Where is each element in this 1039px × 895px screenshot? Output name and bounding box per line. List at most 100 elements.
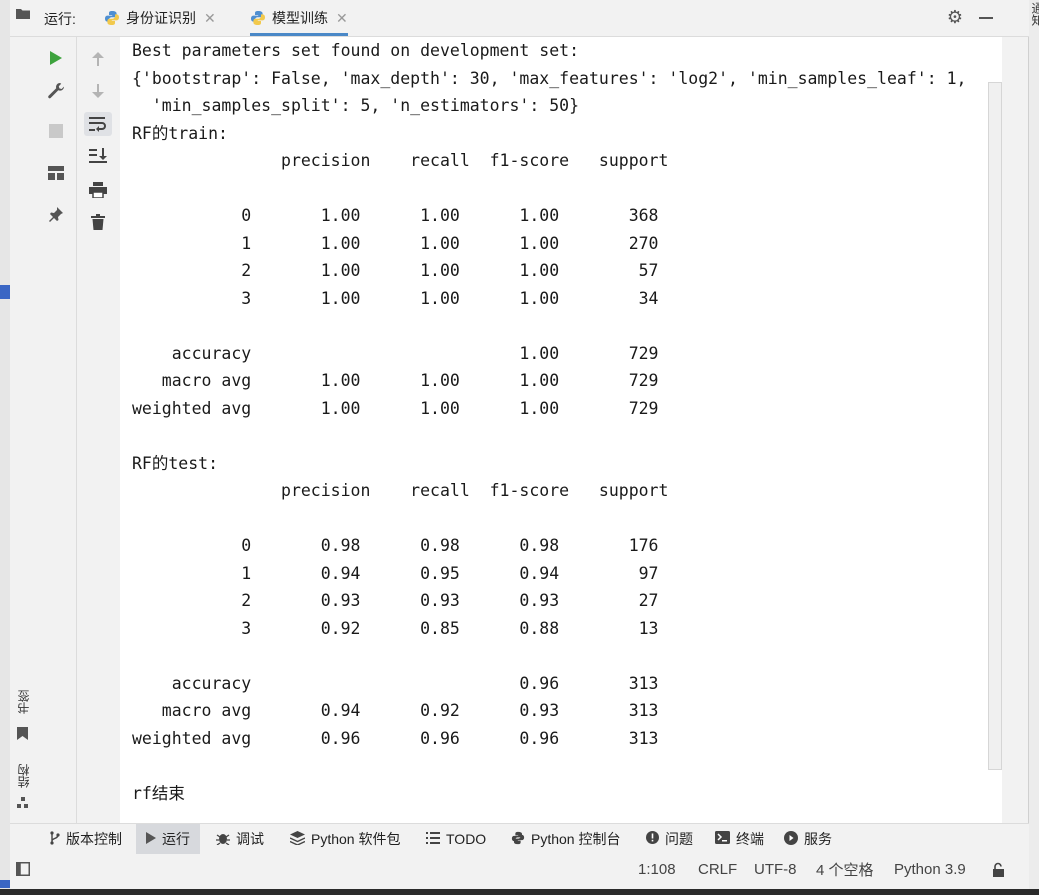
arrow-down-icon: [92, 84, 104, 98]
scroll-to-end-button[interactable]: [77, 144, 119, 168]
tool-todo[interactable]: TODO: [426, 824, 486, 854]
notifications-strip[interactable]: 通知: [1028, 0, 1039, 895]
status-bar: 1:108 CRLF UTF-8 4 个空格 Python 3.9: [10, 854, 1029, 889]
line-separator[interactable]: CRLF: [698, 854, 737, 884]
tab-model-training[interactable]: 模型训练 ✕: [250, 0, 348, 36]
print-button[interactable]: [77, 178, 119, 202]
bug-icon: [216, 831, 230, 848]
console-line: weighted avg 1.00 1.00 1.00 729: [132, 398, 659, 418]
minimize-icon[interactable]: [979, 17, 993, 19]
tool-run[interactable]: 运行: [136, 824, 200, 854]
console-line: RF的train:: [132, 123, 228, 143]
close-icon[interactable]: ✕: [336, 10, 348, 27]
structure-icon[interactable]: [17, 797, 29, 809]
stop-icon: [49, 124, 63, 138]
left-tool-strip: 书签 结构: [10, 37, 37, 823]
toggle-tool-windows-icon[interactable]: [16, 854, 30, 884]
previous-occurrence-button[interactable]: [77, 47, 119, 71]
tool-python-console[interactable]: Python 控制台: [511, 824, 620, 854]
active-tab-indicator: [250, 33, 348, 36]
terminal-icon: [715, 831, 730, 847]
print-icon: [89, 182, 107, 198]
lock-icon[interactable]: [992, 854, 1006, 884]
console-line: precision recall f1-score support: [132, 481, 669, 500]
tool-terminal[interactable]: 终端: [715, 824, 764, 854]
console-line: accuracy 0.96 313: [132, 673, 659, 693]
gear-icon[interactable]: ⚙: [947, 7, 963, 28]
tool-label: 服务: [804, 831, 832, 847]
tool-label: 终端: [736, 831, 764, 847]
console-scrollbar-thumb[interactable]: [988, 82, 1002, 770]
console-line: 2 0.93 0.93 0.93 27: [132, 591, 659, 610]
tab-label: 身份证识别: [126, 10, 196, 26]
tool-debug[interactable]: 调试: [216, 824, 264, 854]
play-icon: [50, 51, 62, 65]
services-icon: [784, 830, 798, 848]
console-line: 3 0.92 0.85 0.88 13: [132, 618, 659, 638]
stop-button[interactable]: [36, 119, 76, 143]
scroll-to-end-icon: [89, 148, 107, 163]
layout-icon: [48, 166, 64, 180]
console-line: 0 0.98 0.98 0.98 176: [132, 536, 659, 555]
branch-icon: [50, 830, 60, 848]
tool-services[interactable]: 服务: [784, 824, 832, 854]
python-icon: [511, 831, 525, 848]
soft-wrap-button[interactable]: [84, 112, 112, 136]
next-occurrence-button[interactable]: [77, 79, 119, 103]
arrow-up-icon: [92, 52, 104, 66]
console-line: 1 1.00 1.00 1.00 270: [132, 233, 659, 253]
tool-label: Python 软件包: [311, 831, 401, 847]
run-icon: [146, 831, 156, 847]
caret-position[interactable]: 1:108: [638, 854, 676, 884]
background-window-sliver: [0, 880, 10, 888]
console-line: 0 1.00 1.00 1.00 368: [132, 206, 659, 225]
layout-button[interactable]: [36, 161, 76, 185]
python-file-icon: [251, 11, 265, 25]
tool-problems[interactable]: 问题: [646, 824, 693, 854]
clear-all-button[interactable]: [77, 210, 119, 234]
run-tab-bar: 运行: 身份证识别 ✕ 模型训练 ✕ ⚙: [10, 0, 1029, 37]
warning-icon: [646, 831, 659, 847]
console-line: {'bootstrap': False, 'max_depth': 30, 'm…: [132, 68, 967, 88]
layers-icon: [289, 830, 306, 848]
soft-wrap-icon: [89, 117, 106, 132]
notifications-label[interactable]: 通知: [1029, 2, 1039, 26]
wrench-icon: [48, 83, 65, 99]
console-line: accuracy 1.00 729: [132, 343, 659, 363]
console-line: 'min_samples_split': 5, 'n_estimators': …: [132, 96, 580, 115]
console-line: 3 1.00 1.00 1.00 34: [132, 288, 659, 308]
tab-id-card-recognition[interactable]: 身份证识别 ✕: [104, 0, 216, 36]
file-encoding[interactable]: UTF-8: [754, 854, 797, 884]
tool-window-bar: 版本控制 运行 调试 Python 软件包 TODO Python 控制台 问题…: [10, 823, 1029, 855]
console-line: Best parameters set found on development…: [132, 41, 580, 60]
console-line: macro avg 1.00 1.00 1.00 729: [132, 371, 659, 390]
tool-version-control[interactable]: 版本控制: [50, 824, 122, 854]
list-icon: [426, 831, 440, 847]
trash-icon: [91, 214, 105, 230]
run-label: 运行:: [44, 11, 76, 27]
run-toolbar-secondary: [77, 37, 119, 823]
pin-icon: [49, 207, 63, 222]
console-line: weighted avg 0.96 0.96 0.96 313: [132, 728, 659, 748]
tab-label: 模型训练: [272, 10, 328, 26]
console-line: macro avg 0.94 0.92 0.93 313: [132, 701, 659, 720]
console-output[interactable]: Best parameters set found on development…: [120, 37, 988, 823]
pin-tab-button[interactable]: [36, 202, 76, 226]
console-line: rf结束: [132, 783, 185, 803]
python-interpreter[interactable]: Python 3.9: [894, 854, 966, 884]
bookmark-icon[interactable]: [17, 727, 28, 740]
close-icon[interactable]: ✕: [204, 10, 216, 27]
rerun-button[interactable]: [36, 46, 76, 70]
structure-label: 结构: [17, 764, 31, 788]
console-line: RF的test:: [132, 453, 219, 473]
edit-configuration-button[interactable]: [36, 79, 76, 103]
tool-label: Python 控制台: [531, 831, 621, 847]
folder-icon[interactable]: [16, 8, 30, 19]
indent-setting[interactable]: 4 个空格: [816, 854, 874, 884]
tool-label: 调试: [236, 831, 264, 847]
run-toolbar-primary: [36, 37, 77, 823]
console-line: 1 0.94 0.95 0.94 97: [132, 563, 659, 583]
bookmarks-label: 书签: [17, 690, 31, 714]
tool-python-packages[interactable]: Python 软件包: [289, 824, 401, 854]
tool-label: TODO: [446, 831, 487, 847]
